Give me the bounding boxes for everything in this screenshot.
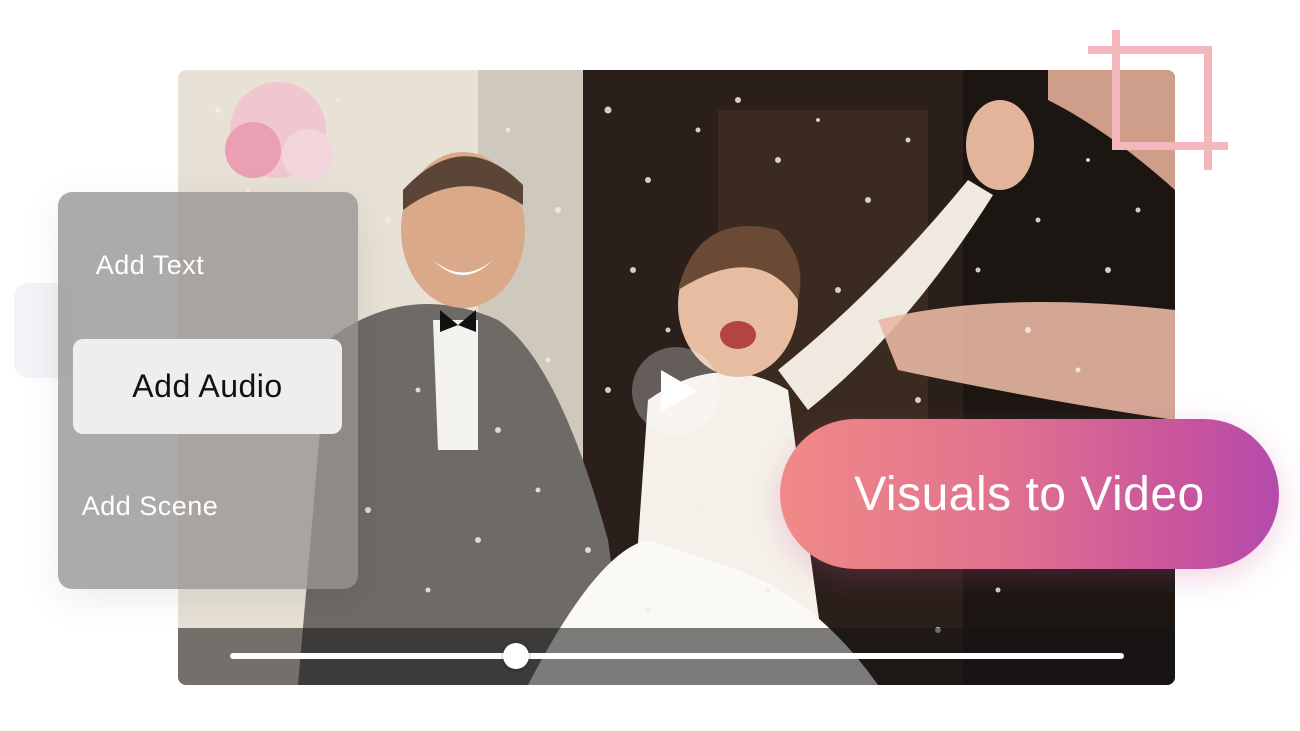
crop-icon (1088, 30, 1228, 170)
play-icon (661, 370, 697, 412)
visuals-to-video-button[interactable]: Visuals to Video (780, 419, 1279, 569)
progress-scrubber-handle[interactable] (503, 643, 530, 669)
progress-bar[interactable] (230, 653, 1124, 659)
menu-item-add-audio[interactable]: Add Audio (73, 339, 342, 434)
menu-item-add-text[interactable]: Add Text (0, 250, 300, 281)
play-button[interactable] (632, 347, 720, 435)
menu-item-add-scene[interactable]: Add Scene (0, 491, 300, 522)
